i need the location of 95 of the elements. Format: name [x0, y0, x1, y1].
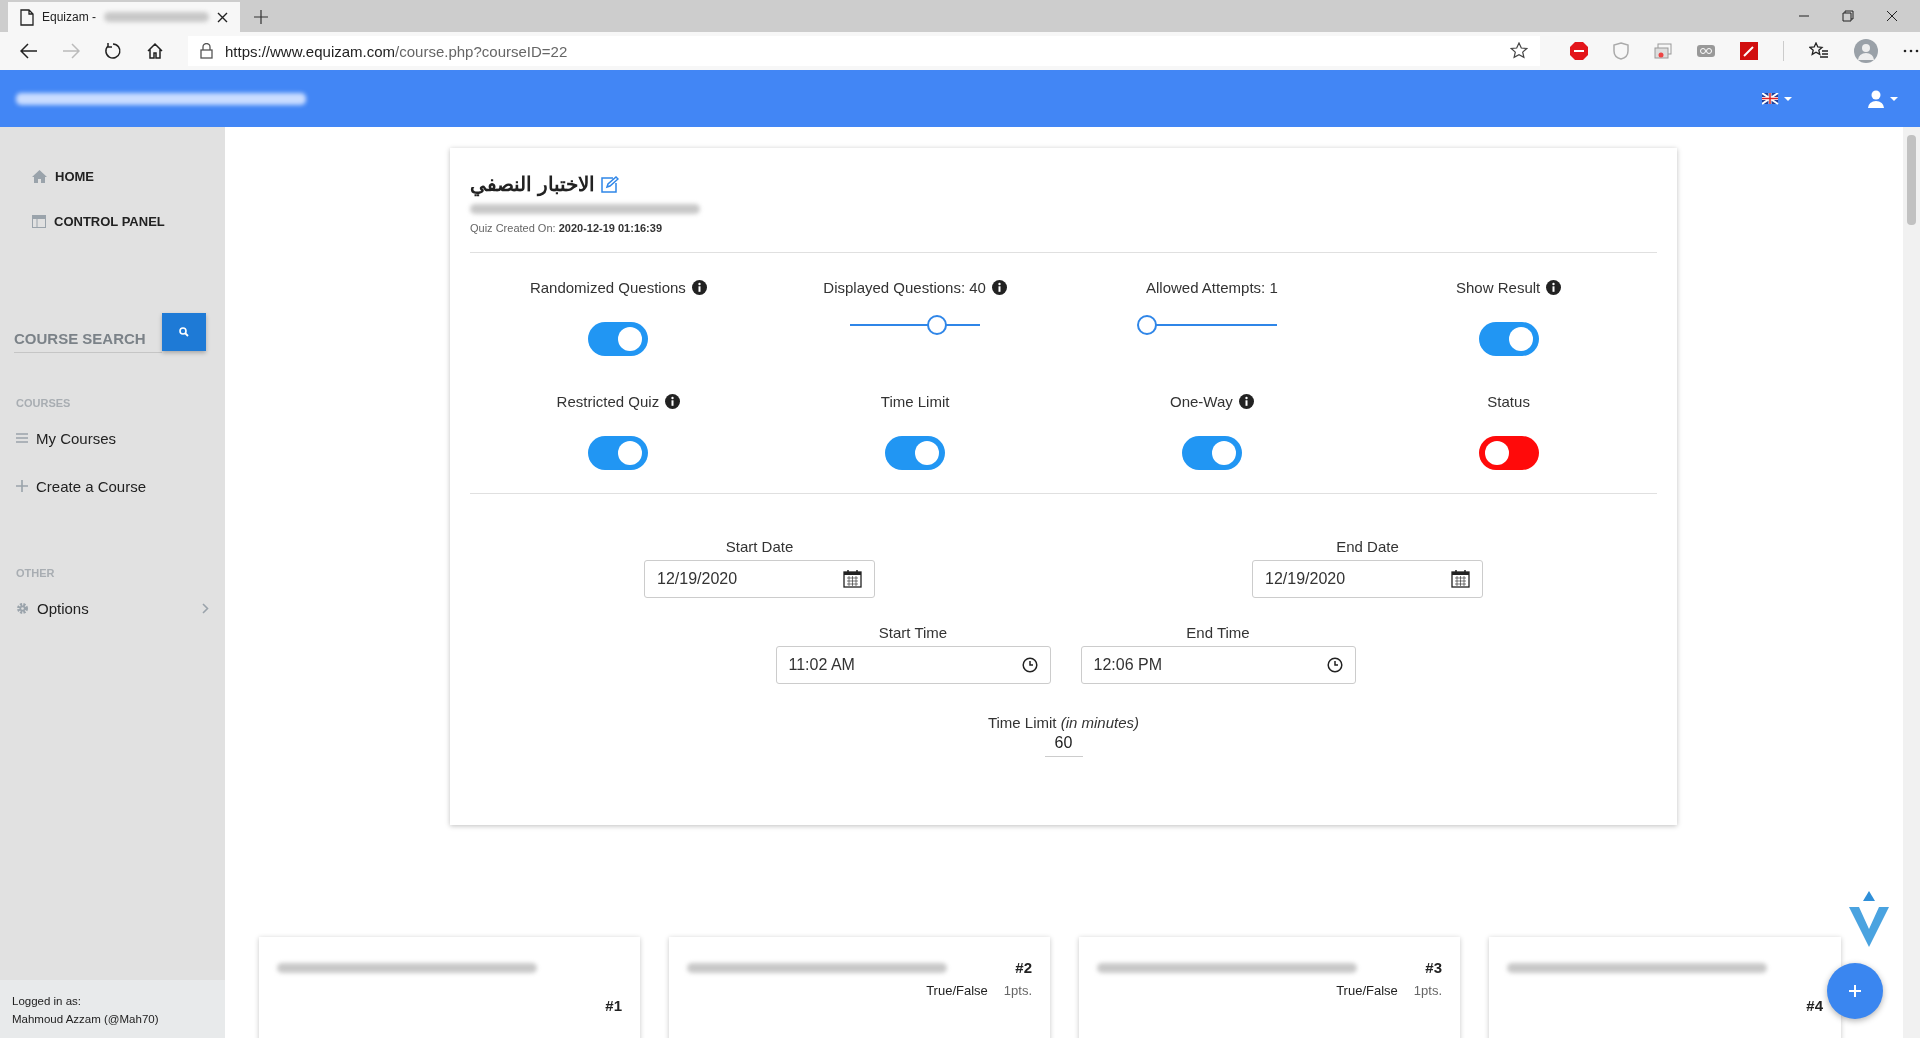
calendar-icon[interactable] [1451, 570, 1470, 588]
question-number: #4 [1806, 997, 1823, 1014]
section-heading: OTHER [16, 567, 56, 579]
glasses-icon[interactable] [1697, 44, 1715, 58]
search-icon [179, 327, 189, 337]
toggle-switch[interactable] [1478, 436, 1539, 470]
info-icon[interactable] [1546, 280, 1562, 295]
user-icon[interactable] [1868, 89, 1900, 108]
field-label: Start Date [725, 538, 794, 555]
nav-link[interactable]: HOME [32, 169, 225, 184]
shield-icon[interactable] [1613, 42, 1629, 60]
setting-label: Status [1487, 393, 1530, 410]
question-points: 1pts. [1413, 983, 1442, 998]
setting-label: Displayed Questions: 40 [823, 279, 986, 296]
quiz-title: الاختبار النصفي [470, 172, 595, 196]
creation-date: Quiz Created On: 2020-12-19 01:16:39 [470, 222, 663, 234]
lock-icon [200, 43, 213, 59]
menu-item[interactable]: Options [16, 597, 209, 619]
more-icon[interactable] [1903, 49, 1919, 53]
calendar-icon[interactable] [843, 570, 862, 588]
edit-icon[interactable] [600, 175, 619, 193]
avatar-icon[interactable] [1854, 39, 1878, 63]
setting-label: Randomized Questions [529, 279, 686, 296]
stop-sign-icon[interactable] [1570, 42, 1588, 60]
minutes-field[interactable]: 60 [1044, 734, 1083, 757]
wand-icon[interactable] [1740, 42, 1758, 60]
field-label: End Time [1186, 624, 1250, 641]
cards-icon[interactable] [1654, 43, 1672, 59]
setting-label: Show Result [1456, 279, 1541, 296]
browser-tab[interactable]: Equizam - [8, 2, 240, 32]
add-button[interactable] [1827, 963, 1883, 1019]
close-icon[interactable] [217, 11, 228, 23]
search-field[interactable]: COURSE SEARCH [14, 324, 162, 353]
clock-icon[interactable] [1021, 657, 1038, 673]
question-number: #2 [1015, 959, 1032, 976]
new-tab-icon[interactable] [254, 10, 268, 24]
back-icon[interactable] [20, 43, 38, 59]
list-icon [16, 433, 28, 443]
home-icon[interactable] [146, 42, 164, 60]
restore-icon[interactable] [1842, 10, 1854, 22]
setting-label: Time Limit [880, 393, 950, 410]
time-field[interactable]: 11:02 AM [775, 646, 1051, 684]
setting-label: One-Way [1169, 393, 1233, 410]
login-text: Logged in as: [12, 994, 83, 1009]
question-points: 1pts. [1003, 983, 1032, 998]
section-heading: COURSES [16, 397, 72, 409]
columns-icon [32, 215, 46, 228]
toggle-switch[interactable] [885, 436, 946, 470]
settings-icon [16, 601, 29, 615]
chevron-icon [202, 602, 209, 614]
toggle-switch[interactable] [1181, 436, 1242, 470]
info-icon[interactable] [991, 280, 1007, 295]
question-card[interactable]: #1 [259, 937, 640, 1038]
address-field[interactable]: https://www.equizam.com/course.php?courseID=22 [188, 36, 1540, 66]
info-icon[interactable] [691, 280, 707, 295]
clock-icon[interactable] [1326, 657, 1343, 673]
home-icon [32, 170, 47, 183]
plus-icon [1848, 984, 1862, 998]
info-icon[interactable] [1238, 394, 1254, 409]
page-icon [20, 8, 34, 26]
question-card[interactable]: #3 True/False 1pts. [1079, 937, 1460, 1038]
question-type: True/False [1336, 983, 1398, 998]
setting-label: Allowed Attempts: 1 [1146, 279, 1278, 296]
search-button[interactable] [162, 313, 206, 351]
question-card[interactable]: #4 [1489, 937, 1841, 1038]
close-icon[interactable] [1886, 10, 1898, 22]
question-card[interactable]: #2 True/False 1pts. [669, 937, 1050, 1038]
scrollbar[interactable] [1903, 127, 1920, 1038]
menu-item[interactable]: Create a Course [16, 475, 209, 497]
question-number: #3 [1425, 959, 1442, 976]
plus-icon [16, 480, 28, 492]
info-icon[interactable] [665, 394, 681, 409]
favorites-icon[interactable] [1809, 42, 1829, 60]
setting-label: Restricted Quiz [556, 393, 660, 410]
field-label: Time Limit (in minutes) [987, 714, 1140, 731]
nav-link[interactable]: CONTROL PANEL [32, 214, 225, 229]
question-number: #1 [605, 997, 622, 1014]
flag-icon[interactable] [1762, 92, 1794, 105]
time-field[interactable]: 12:06 PM [1080, 646, 1356, 684]
slider-thumb[interactable] [927, 315, 948, 335]
toggle-switch[interactable] [1478, 322, 1539, 356]
tab-title: Equizam - [42, 10, 97, 24]
login-text: Mahmoud Azzam (@Mah70) [12, 1012, 160, 1027]
chevron-logo-icon [1847, 889, 1891, 949]
field-label: Start Time [878, 624, 948, 641]
menu-item[interactable]: My Courses [16, 427, 209, 449]
date-field[interactable]: 12/19/2020 [644, 560, 875, 598]
field-label: End Date [1336, 538, 1399, 555]
star-icon[interactable] [1510, 42, 1528, 60]
toggle-switch[interactable] [588, 436, 649, 470]
slider-thumb[interactable] [1136, 315, 1157, 335]
question-type: True/False [926, 983, 988, 998]
toggle-switch[interactable] [588, 322, 649, 356]
date-field[interactable]: 12/19/2020 [1252, 560, 1483, 598]
reload-icon[interactable] [104, 42, 122, 60]
